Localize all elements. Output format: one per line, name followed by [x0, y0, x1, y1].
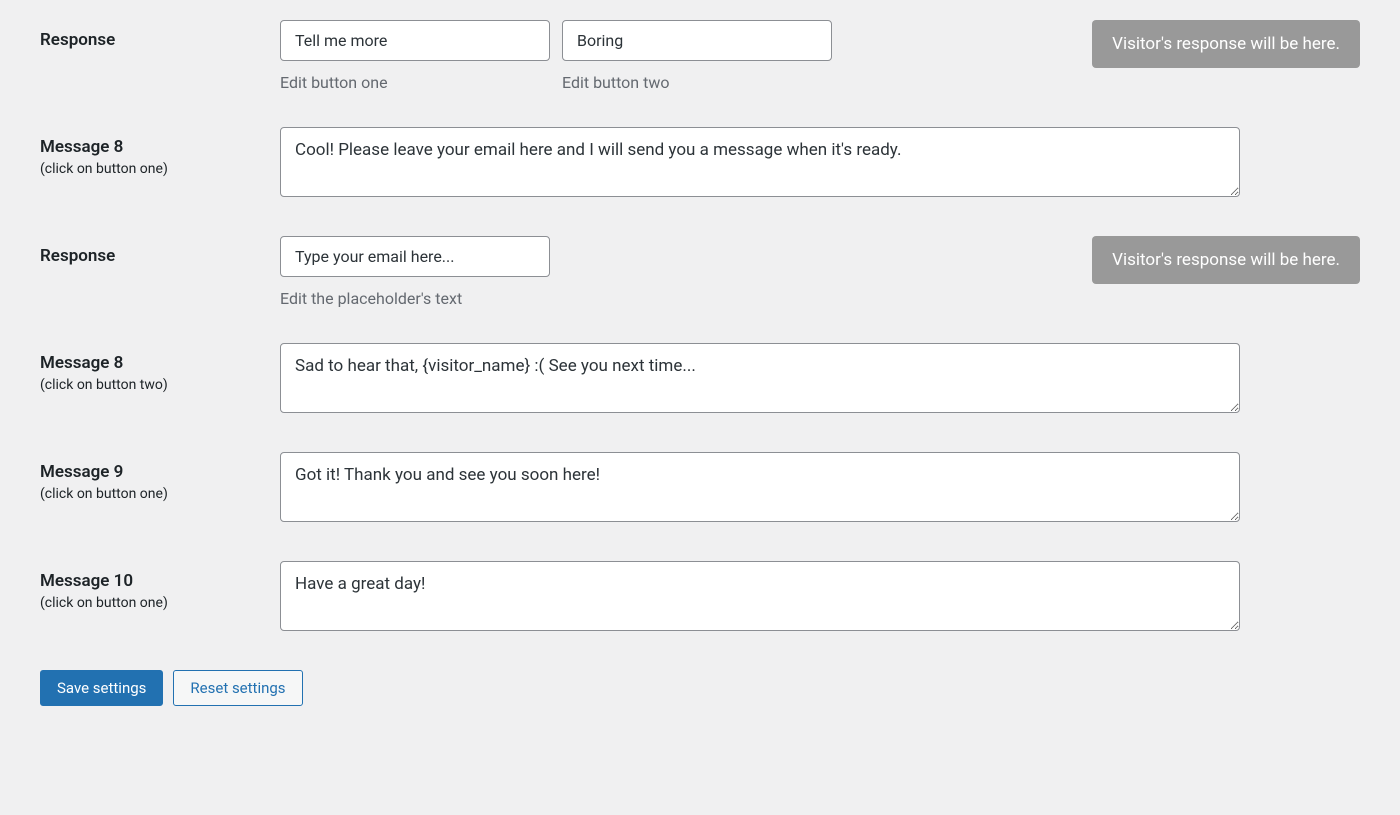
message-9-row: Message 9 (click on button one) — [40, 452, 1360, 526]
message-8b-row: Message 8 (click on button two) — [40, 343, 1360, 417]
input-col: Edit button one Edit button two Visitor'… — [280, 20, 1360, 92]
label-col: Message 8 (click on button two) — [40, 343, 280, 393]
input-col — [280, 343, 1360, 417]
response-row-2: Response Edit the placeholder's text Vis… — [40, 236, 1360, 308]
label-col: Response — [40, 20, 280, 50]
message-8b-label: Message 8 — [40, 353, 280, 373]
input-col — [280, 561, 1360, 635]
label-col: Message 10 (click on button one) — [40, 561, 280, 611]
button-one-wrap: Edit button one — [280, 20, 550, 92]
save-button[interactable]: Save settings — [40, 670, 163, 706]
message-10-label: Message 10 — [40, 571, 280, 591]
response-label-2: Response — [40, 246, 280, 266]
message-9-sublabel: (click on button one) — [40, 486, 280, 502]
email-placeholder-helper: Edit the placeholder's text — [280, 289, 550, 308]
message-8a-textarea[interactable] — [280, 127, 1240, 197]
message-10-row: Message 10 (click on button one) — [40, 561, 1360, 635]
message-10-sublabel: (click on button one) — [40, 595, 280, 611]
message-8b-sublabel: (click on button two) — [40, 377, 280, 393]
visitor-response-badge-2: Visitor's response will be here. — [1092, 236, 1360, 284]
response-row-1: Response Edit button one Edit button two… — [40, 20, 1360, 92]
message-8a-label: Message 8 — [40, 137, 280, 157]
message-9-label: Message 9 — [40, 462, 280, 482]
email-placeholder-wrap: Edit the placeholder's text — [280, 236, 550, 308]
button-two-input[interactable] — [562, 20, 832, 61]
reset-button[interactable]: Reset settings — [173, 670, 302, 706]
message-9-textarea[interactable] — [280, 452, 1240, 522]
input-col — [280, 127, 1360, 201]
button-two-helper: Edit button two — [562, 73, 832, 92]
message-8a-row: Message 8 (click on button one) — [40, 127, 1360, 201]
email-placeholder-input[interactable] — [280, 236, 550, 277]
message-10-textarea[interactable] — [280, 561, 1240, 631]
button-one-helper: Edit button one — [280, 73, 550, 92]
label-col: Message 8 (click on button one) — [40, 127, 280, 177]
input-col — [280, 452, 1360, 526]
visitor-response-badge: Visitor's response will be here. — [1092, 20, 1360, 68]
button-one-input[interactable] — [280, 20, 550, 61]
button-two-wrap: Edit button two — [562, 20, 832, 92]
response-label: Response — [40, 30, 280, 50]
message-8b-textarea[interactable] — [280, 343, 1240, 413]
message-8a-sublabel: (click on button one) — [40, 161, 280, 177]
actions-row: Save settings Reset settings — [40, 670, 1360, 706]
input-col: Edit the placeholder's text Visitor's re… — [280, 236, 1360, 308]
label-col: Response — [40, 236, 280, 266]
label-col: Message 9 (click on button one) — [40, 452, 280, 502]
